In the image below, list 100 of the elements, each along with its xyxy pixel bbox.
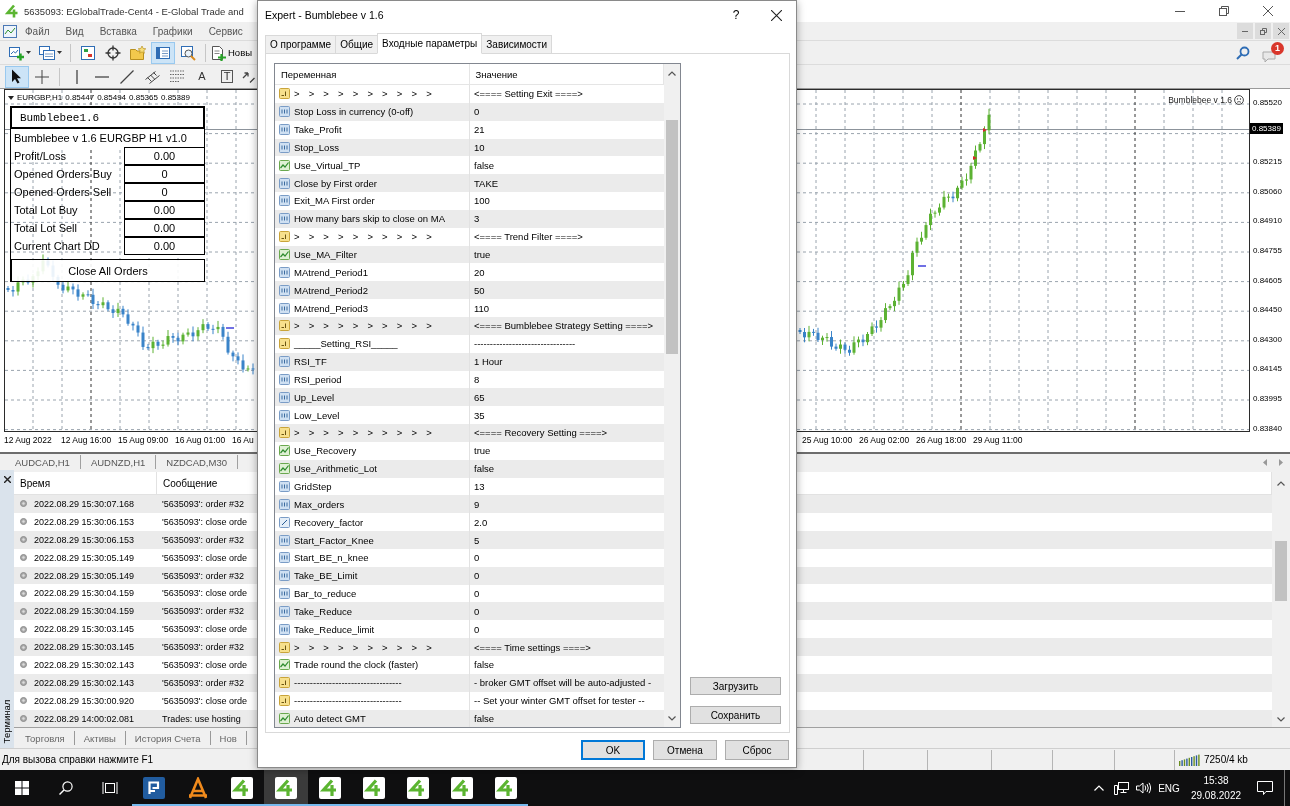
logo-tile-icon [143, 777, 165, 799]
chevron-up-icon[interactable] [668, 71, 676, 76]
panel-tab[interactable]: Торговля [16, 731, 75, 745]
param-value[interactable]: 35 [470, 409, 485, 421]
param-name: Take_Reduce_limit [294, 623, 375, 635]
panel-subtitle: Bumblebee v 1.6 EURGBP H1 v1.0 [10, 129, 205, 147]
chevron-down-icon[interactable] [668, 716, 676, 721]
panel-tab[interactable]: Активы [74, 731, 126, 745]
param-value[interactable]: 1 Hour [470, 356, 503, 368]
param-name: Bar_to_reduce [294, 588, 357, 600]
param-value[interactable]: -- Set your winter GMT offset for tester -- [470, 695, 645, 707]
param-name: Close by First order [294, 177, 377, 189]
integer-icon [279, 106, 290, 118]
param-value[interactable]: true [470, 445, 491, 457]
dialog-button[interactable]: Сброс [725, 740, 789, 760]
chart-tab[interactable]: NZDCAD,M30 [156, 455, 238, 469]
log-message: '5635093': order #32 [161, 642, 244, 653]
param-value[interactable]: 0 [470, 588, 480, 600]
dialog-button[interactable]: OK [581, 740, 645, 760]
app-logo-icon [451, 777, 473, 799]
close-icon [770, 9, 782, 21]
dialog-button[interactable]: Загрузить [690, 677, 781, 695]
param-value[interactable]: <==== Time settings ====> [470, 641, 591, 653]
log-message: Trades: use hosting [161, 713, 241, 724]
param-value[interactable]: 8 [470, 373, 480, 385]
document-plus-icon [211, 44, 226, 61]
param-value[interactable]: false [470, 659, 495, 671]
taskbar-app[interactable] [264, 770, 308, 806]
param-value[interactable]: 0 [470, 552, 480, 564]
param-value[interactable]: 9 [470, 498, 480, 510]
chart-tab[interactable]: AUDNZD,H1 [80, 455, 157, 469]
chart-tab[interactable]: AUDCAD,H1 [5, 455, 81, 469]
dialog-tab[interactable]: Зависимости [481, 35, 552, 53]
param-value[interactable]: 20 [470, 266, 485, 278]
chevron-down-icon[interactable] [1277, 717, 1285, 722]
integer-icon [279, 605, 290, 617]
param-name: RSI_TF [294, 356, 327, 368]
param-value[interactable]: 10 [470, 141, 485, 153]
stat-label: Opened Orders Sell [13, 186, 113, 198]
param-value[interactable]: 5 [470, 534, 480, 546]
tool-button[interactable]: A [190, 65, 214, 88]
integer-icon [279, 124, 290, 136]
param-name: Recovery_factor [294, 516, 364, 528]
param-value[interactable]: <==== Setting Exit ====> [470, 88, 583, 100]
param-name: Exit_MA First order [294, 195, 375, 207]
new-order-button[interactable]: Новы [211, 41, 253, 64]
dot-icon [20, 643, 27, 651]
dot-icon [20, 625, 27, 633]
panel-tab[interactable]: История Счета [125, 731, 211, 745]
chevron-up-icon[interactable] [1277, 481, 1285, 486]
param-value[interactable]: false [470, 463, 495, 475]
dialog-button[interactable]: Сохранить [690, 706, 781, 724]
param-value[interactable]: 13 [470, 481, 485, 492]
search-icon[interactable] [1236, 45, 1250, 60]
minimize-button[interactable] [1237, 23, 1253, 39]
param-value[interactable]: 0 [470, 570, 480, 582]
tool-button[interactable] [5, 65, 29, 88]
panel-tab[interactable]: Нов [210, 731, 247, 745]
param-value[interactable]: TAKE [470, 177, 499, 189]
param-value[interactable]: 21 [470, 124, 485, 136]
param-value[interactable]: 65 [470, 391, 485, 403]
language-indicator[interactable]: ENG [1154, 782, 1184, 794]
param-value[interactable]: 0 [470, 623, 480, 635]
scroll-thumb[interactable] [666, 120, 678, 354]
param-value[interactable]: 50 [470, 284, 485, 296]
param-value[interactable]: false [470, 712, 495, 724]
menu-item[interactable]: Графики [144, 25, 201, 37]
scrollbar[interactable] [664, 64, 680, 727]
magnifier-window-icon [180, 44, 196, 61]
dialog-button[interactable]: Отмена [653, 740, 717, 760]
param-value[interactable]: 100 [470, 195, 490, 207]
chat-bubble-icon[interactable] [1262, 50, 1276, 63]
help-button[interactable]: ? [716, 1, 756, 29]
param-value[interactable]: <==== Trend Filter ====> [470, 231, 583, 243]
param-value[interactable]: 0 [470, 106, 480, 118]
integer-icon [279, 356, 290, 368]
param-value[interactable]: 2.0 [470, 516, 488, 528]
param-value[interactable]: <==== Recovery Setting ====> [470, 427, 608, 439]
dialog-tab[interactable]: Общие [335, 35, 379, 53]
close-button[interactable] [1273, 23, 1289, 39]
close-icon[interactable] [3, 476, 11, 483]
param-value[interactable]: 110 [470, 302, 490, 314]
scroll-thumb[interactable] [1275, 541, 1287, 601]
integer-icon [279, 213, 290, 225]
restore-button[interactable] [1255, 23, 1271, 39]
param-value[interactable]: <==== Bumblebee Strategy Setting ====> [470, 320, 654, 332]
dialog-tab[interactable]: Входные параметры [377, 33, 483, 54]
param-value[interactable]: false [470, 159, 495, 171]
param-value[interactable]: true [470, 249, 491, 260]
param-value[interactable]: - broker GMT offset will be auto-adjusted - [470, 677, 652, 689]
decimal-icon [279, 516, 290, 528]
param-value[interactable]: 0 [470, 605, 480, 617]
param-value[interactable]: 3 [470, 213, 480, 225]
menu-item[interactable]: Сервис [200, 25, 251, 37]
param-value[interactable]: -------------------------------- [470, 338, 576, 350]
menu-item[interactable]: Вид [57, 25, 92, 37]
menu-item[interactable]: Вставка [91, 25, 145, 37]
dialog-tab[interactable]: О программе [265, 35, 337, 53]
menu-item[interactable]: Файл [17, 25, 58, 37]
tool-button[interactable]: T [215, 65, 239, 88]
